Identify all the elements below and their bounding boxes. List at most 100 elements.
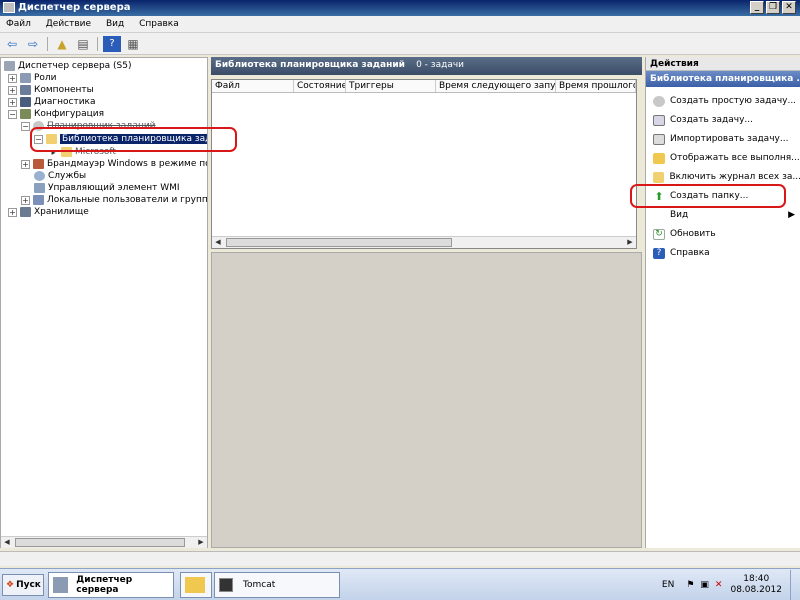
submenu-arrow-icon: ▶ — [788, 210, 795, 220]
storage-icon — [20, 207, 31, 217]
column-next-run[interactable]: Время следующего запуска — [436, 80, 556, 92]
window-title: Диспетчер сервера — [18, 2, 131, 13]
status-bar — [0, 551, 800, 566]
restore-button[interactable]: ❐ — [766, 1, 780, 14]
folder-icon — [653, 152, 665, 164]
expand-icon[interactable]: + — [8, 73, 17, 83]
tree-hscrollbar[interactable]: ◀ ▶ — [1, 536, 207, 548]
task-count: 0 - задачи — [416, 60, 464, 70]
folder-icon — [185, 577, 205, 593]
flag-icon[interactable]: ⚑ — [686, 580, 694, 590]
tree-item-wmi-control[interactable]: Управляющий элемент WMI — [34, 182, 180, 194]
collapse-icon[interactable]: − — [21, 121, 30, 131]
column-triggers[interactable]: Триггеры — [346, 80, 436, 92]
expand-icon[interactable]: + — [8, 97, 17, 107]
tree-item-diagnostics[interactable]: + Диагностика — [8, 96, 96, 108]
actions-subtitle[interactable]: Библиотека планировщика ... ▲ — [646, 71, 800, 87]
help-icon[interactable]: ? — [103, 35, 121, 52]
firewall-icon — [33, 159, 44, 169]
tree-item-server-manager[interactable]: Диспетчер сервера (S5) — [4, 60, 132, 72]
close-button[interactable]: ✕ — [782, 1, 796, 14]
column-file[interactable]: Файл — [212, 80, 294, 92]
action-import-task[interactable]: Импортировать задачу... — [646, 131, 800, 147]
import-icon — [653, 133, 665, 145]
start-button[interactable]: ❖ Пуск — [2, 574, 44, 596]
server-icon — [53, 577, 69, 593]
language-indicator[interactable]: EN — [662, 580, 674, 590]
tree-item-configuration[interactable]: − Конфигурация — [8, 108, 104, 120]
action-display-running[interactable]: Отображать все выполня... — [646, 150, 800, 166]
center-header: Библиотека планировщика заданий 0 - зада… — [211, 57, 642, 75]
task-list-hscrollbar[interactable]: ◀ ▶ — [212, 236, 636, 248]
back-arrow-icon[interactable]: ⇦ — [3, 36, 21, 52]
collapse-icon[interactable]: − — [8, 109, 17, 119]
action-create-basic-task[interactable]: Создать простую задачу... — [646, 93, 800, 109]
menu-view[interactable]: Вид — [100, 16, 130, 29]
scroll-left-icon[interactable]: ◀ — [1, 537, 13, 548]
server-icon — [4, 61, 15, 71]
action-refresh[interactable]: ↻ Обновить — [646, 226, 800, 242]
diagnostics-icon — [20, 97, 31, 107]
menu-bar: Файл Действие Вид Справка — [0, 16, 800, 33]
minimize-button[interactable]: _ — [750, 1, 764, 14]
annotation-highlight-new-folder — [630, 184, 786, 208]
console-icon — [219, 578, 233, 592]
scroll-right-icon[interactable]: ▶ — [195, 537, 207, 548]
expand-icon[interactable]: + — [21, 195, 30, 205]
volume-muted-icon[interactable]: ✕ — [715, 580, 723, 590]
action-create-task[interactable]: Создать задачу... — [646, 112, 800, 128]
title-bar: Диспетчер сервера _ ❐ ✕ — [0, 0, 800, 16]
actions-title: Действия — [646, 57, 800, 71]
windows-logo-icon: ❖ — [6, 580, 15, 590]
taskbar-server-manager[interactable]: Диспетчер сервера — [48, 572, 174, 598]
expand-icon[interactable]: + — [8, 85, 17, 95]
expand-icon[interactable]: + — [8, 207, 17, 217]
show-hide-actions-icon[interactable]: ▦ — [124, 36, 142, 52]
column-last-run[interactable]: Время прошлого за — [556, 80, 636, 92]
taskbar: ❖ Пуск Диспетчер сервера Tomcat EN ⚑ ▣ ✕… — [0, 568, 800, 600]
show-hide-tree-icon[interactable]: ▤ — [74, 36, 92, 52]
history-folder-icon — [653, 171, 665, 183]
task-list: Файл Состояние Триггеры Время следующего… — [211, 79, 637, 249]
menu-action[interactable]: Действие — [40, 16, 97, 29]
up-folder-icon[interactable]: ▲ — [53, 36, 71, 52]
clock[interactable]: 18:40 08.08.2012 — [730, 574, 782, 596]
menu-file[interactable]: Файл — [0, 16, 37, 29]
components-icon — [20, 85, 31, 95]
tree-item-components[interactable]: + Компоненты — [8, 84, 94, 96]
menu-help[interactable]: Справка — [133, 16, 185, 29]
task-details-pane — [211, 252, 642, 548]
taskbar-tomcat[interactable]: Tomcat — [214, 572, 340, 598]
tree-item-roles[interactable]: + Роли — [8, 72, 57, 84]
task-icon — [653, 114, 665, 126]
show-desktop-button[interactable] — [790, 570, 800, 600]
expand-icon[interactable]: + — [21, 159, 30, 169]
system-tray: EN ⚑ ▣ ✕ 18:40 08.08.2012 — [662, 569, 800, 600]
network-icon[interactable]: ▣ — [700, 580, 709, 590]
scroll-right-icon[interactable]: ▶ — [624, 237, 636, 248]
action-enable-history[interactable]: Включить журнал всех за... — [646, 169, 800, 185]
center-title: Библиотека планировщика заданий — [215, 60, 405, 70]
action-help[interactable]: ? Справка — [646, 245, 800, 261]
forward-arrow-icon[interactable]: ⇨ — [24, 36, 42, 52]
tree-item-storage[interactable]: + Хранилище — [8, 206, 89, 218]
tree-item-local-users[interactable]: + Локальные пользователи и группы — [21, 194, 207, 206]
taskbar-explorer[interactable] — [180, 572, 212, 598]
server-manager-icon — [3, 2, 15, 13]
clock-icon — [653, 95, 665, 107]
wmi-icon — [34, 183, 45, 193]
scroll-thumb[interactable] — [226, 238, 452, 247]
users-icon — [33, 195, 44, 205]
blank-icon — [653, 210, 665, 221]
action-view[interactable]: Вид ▶ — [646, 207, 800, 223]
scroll-left-icon[interactable]: ◀ — [212, 237, 224, 248]
configuration-icon — [20, 109, 31, 119]
column-state[interactable]: Состояние — [294, 80, 346, 92]
task-list-header: Файл Состояние Триггеры Время следующего… — [212, 80, 636, 93]
services-gear-icon — [34, 171, 45, 181]
annotation-highlight-library — [30, 127, 237, 152]
tree-item-services[interactable]: Службы — [34, 170, 86, 182]
roles-icon — [20, 73, 31, 83]
tree-item-firewall[interactable]: + Брандмауэр Windows в режиме повыше — [21, 158, 207, 170]
scroll-thumb[interactable] — [15, 538, 185, 547]
